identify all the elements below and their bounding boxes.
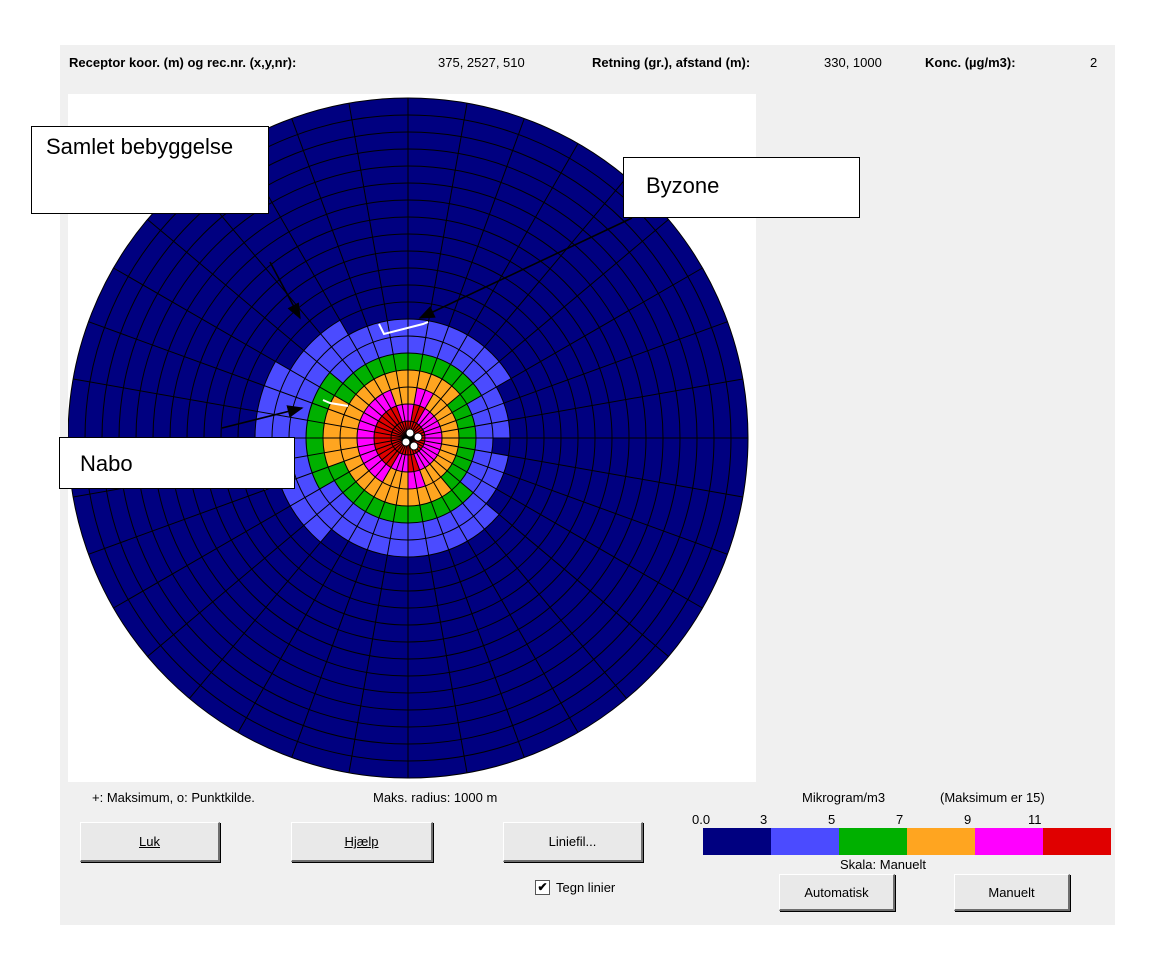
max-radius-text: Maks. radius: 1000 m — [373, 790, 498, 805]
legend-swatch-3 — [907, 828, 975, 855]
luk-button-label: Luk — [139, 834, 160, 849]
liniefil-button-label: Liniefil... — [548, 834, 597, 849]
legend-tick-0: 0.0 — [692, 812, 711, 827]
legend-swatch-5 — [1043, 828, 1111, 855]
automatisk-button[interactable]: Automatisk — [779, 874, 895, 911]
point-source-marker — [405, 428, 415, 438]
plot-cell — [387, 538, 408, 557]
legend-tick-2: 5 — [828, 812, 836, 827]
point-source-marker — [409, 441, 419, 451]
plot-cell — [289, 417, 308, 438]
legend-swatch-1 — [771, 828, 839, 855]
legend-swatch-0 — [703, 828, 771, 855]
legend-max-text: (Maksimum er 15) — [940, 790, 1045, 805]
legend-tick-5: 11 — [1028, 812, 1042, 827]
scale-mode-text: Skala: Manuelt — [840, 857, 926, 872]
automatisk-button-label: Automatisk — [804, 884, 869, 900]
manuelt-button[interactable]: Manuelt — [954, 874, 1070, 911]
plot-cell — [408, 319, 429, 338]
point-source-marker — [401, 437, 411, 447]
receptor-label: Receptor koor. (m) og rec.nr. (x,y,nr): — [69, 55, 297, 70]
direction-value: 330, 1000 — [824, 55, 882, 70]
legend-tick-3: 7 — [896, 812, 904, 827]
callout-byzone: Byzone — [623, 157, 860, 218]
callout-nabo: Nabo — [59, 437, 295, 489]
legend-swatch-4 — [975, 828, 1043, 855]
concentration-value: 2 — [1090, 55, 1098, 70]
hjaelp-button-label: Hjælp — [344, 834, 379, 849]
marker-legend-text: +: Maksimum, o: Punktkilde. — [92, 790, 255, 805]
callout-samlet-bebyggelse: Samlet bebyggelse — [31, 126, 269, 214]
plot-cell — [255, 411, 275, 438]
checkbox-check-icon[interactable]: ✔ — [535, 880, 550, 895]
tegn-linier-checkbox[interactable]: ✔ Tegn linier — [535, 880, 615, 895]
luk-button[interactable]: Luk — [80, 822, 220, 862]
legend-swatch-2 — [839, 828, 907, 855]
legend-tick-1: 3 — [760, 812, 768, 827]
liniefil-button[interactable]: Liniefil... — [503, 822, 643, 862]
hjaelp-button[interactable]: Hjælp — [291, 822, 433, 862]
manuelt-button-label: Manuelt — [988, 884, 1035, 900]
plot-cell — [272, 414, 291, 438]
tegn-linier-label: Tegn linier — [556, 880, 616, 895]
point-source-marker — [413, 432, 423, 442]
receptor-value: 375, 2527, 510 — [438, 55, 525, 70]
legend-color-bar — [703, 828, 1111, 855]
direction-label: Retning (gr.), afstand (m): — [592, 55, 751, 70]
legend-tick-4: 9 — [964, 812, 972, 827]
concentration-label: Konc. (µg/m3): — [925, 55, 1016, 70]
legend-unit: Mikrogram/m3 — [802, 790, 886, 805]
plot-cell — [408, 538, 429, 557]
